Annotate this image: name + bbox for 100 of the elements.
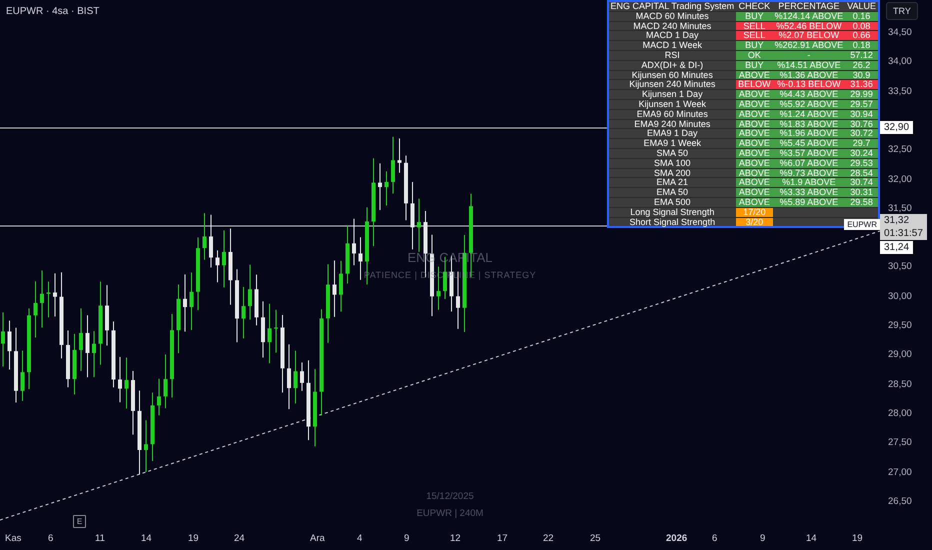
signal-cell: ABOVE xyxy=(736,197,773,208)
candlestick xyxy=(268,303,272,364)
indicator-name: Kijunsen 1 Week xyxy=(608,99,736,110)
percentage-cell: %3.33 ABOVE xyxy=(772,188,846,198)
value-cell: 0.66 xyxy=(845,30,879,41)
indicator-name: Kijunsen 240 Minutes xyxy=(608,80,736,90)
percentage-cell: %262.91 ABOVE xyxy=(772,40,846,50)
indicator-name: EMA9 60 Minutes xyxy=(608,109,736,120)
signal-cell: SELL xyxy=(736,21,773,31)
value-cell: 29.58 xyxy=(845,197,879,208)
value-cell: 30.72 xyxy=(845,128,879,139)
candlestick xyxy=(216,250,220,283)
value-cell: 30.76 xyxy=(845,119,879,129)
percentage-cell: %1.9 ABOVE xyxy=(772,178,846,188)
price-label: 29,00 xyxy=(888,349,912,362)
value-cell: 30.31 xyxy=(845,188,879,198)
indicator-name: EMA9 1 Day xyxy=(608,128,736,139)
date-label: 14 xyxy=(141,533,152,544)
signal-cell: ABOVE xyxy=(736,119,773,129)
candlestick xyxy=(20,350,24,402)
signal-cell: ABOVE xyxy=(736,90,773,100)
price-label: 26,50 xyxy=(888,496,912,508)
value-cell: 29.99 xyxy=(845,90,879,100)
candlestick xyxy=(40,270,44,328)
price-label: 34,00 xyxy=(888,56,912,68)
indicator-name: EMA 21 xyxy=(608,178,736,188)
indicator-name: EMA9 240 Minutes xyxy=(608,119,736,129)
value-cell: 29.57 xyxy=(845,99,879,110)
price-label: 27,50 xyxy=(888,437,912,450)
symbol-tag: EUPWR xyxy=(844,219,880,230)
percentage-cell: %1.24 ABOVE xyxy=(772,109,846,120)
date-label: 6 xyxy=(48,533,54,544)
date-label: 9 xyxy=(760,533,766,544)
last-price: 31,32 xyxy=(884,214,910,227)
signal-cell: 3/20 xyxy=(736,217,773,228)
indicator-name: Long Signal Strength xyxy=(608,207,736,218)
signal-cell: ABOVE xyxy=(736,178,773,188)
date-label: 22 xyxy=(543,533,554,544)
signal-cell: OK xyxy=(736,50,773,60)
candlestick xyxy=(300,362,304,392)
price-label: 30,50 xyxy=(888,261,912,274)
indicator-name: MACD 60 Minutes xyxy=(608,11,736,22)
indicator-name: ADX(DI+ & DI-) xyxy=(608,60,736,70)
currency-button[interactable]: TRY xyxy=(886,2,918,20)
signal-cell: ABOVE xyxy=(736,188,773,198)
value-cell: 30.74 xyxy=(845,178,879,188)
candlestick xyxy=(339,260,343,312)
candlestick xyxy=(254,274,258,326)
candlestick xyxy=(398,138,402,174)
price-badge: 32,90 xyxy=(880,121,914,134)
candlestick xyxy=(124,356,128,409)
price-label: 32,50 xyxy=(888,144,912,156)
indicator-name: MACD 240 Minutes xyxy=(608,21,736,31)
candlestick xyxy=(384,170,388,206)
candlestick xyxy=(183,274,187,332)
candlestick xyxy=(202,212,206,260)
earnings-marker[interactable]: E xyxy=(73,515,86,528)
signal-cell: ABOVE xyxy=(736,148,773,158)
date-label: Kas xyxy=(5,533,22,544)
date-label: 19 xyxy=(852,533,863,544)
date-label: 17 xyxy=(497,533,508,544)
price-label: 31,50 xyxy=(888,202,912,215)
candlestick xyxy=(287,344,291,410)
signal-cell: ABOVE xyxy=(736,70,773,80)
date-label: 14 xyxy=(806,533,817,544)
percentage-cell: %124.14 ABOVE xyxy=(772,11,846,22)
signal-cell: BUY xyxy=(736,40,773,50)
candlestick xyxy=(34,280,38,338)
value-cell: 31.36 xyxy=(845,80,879,90)
symbol-title: EUPWR · 4sa · BIST xyxy=(6,6,100,17)
candlestick xyxy=(150,392,154,462)
candlestick xyxy=(346,225,350,284)
signal-cell: ABOVE xyxy=(736,158,773,168)
column-header: VALUE xyxy=(845,1,879,12)
price-label: 34,50 xyxy=(888,27,912,39)
value-cell: 30.9 xyxy=(845,70,879,80)
date-label: 12 xyxy=(450,533,461,544)
value-cell: 0.08 xyxy=(845,21,879,31)
indicator-name: SMA 50 xyxy=(608,148,736,158)
candlestick xyxy=(352,218,356,266)
price-label: 27,00 xyxy=(888,466,912,478)
value-cell: 30.94 xyxy=(845,109,879,120)
percentage-cell: %5.89 ABOVE xyxy=(772,197,846,208)
candlestick xyxy=(79,308,83,372)
percentage-cell: %5.45 ABOVE xyxy=(772,138,846,148)
indicator-name: Kijunsen 60 Minutes xyxy=(608,70,736,80)
percentage-cell: %2.07 BELOW xyxy=(772,30,846,41)
price-label: 33,50 xyxy=(888,86,912,98)
signal-cell: ABOVE xyxy=(736,128,773,139)
indicator-name: RSI xyxy=(608,50,736,60)
candlestick xyxy=(86,314,90,378)
candlestick xyxy=(176,284,180,354)
value-cell: 0.18 xyxy=(845,40,879,50)
signal-cell: BUY xyxy=(736,11,773,22)
price-badge: 31,24 xyxy=(880,241,914,254)
candlestick xyxy=(72,333,76,395)
candlestick xyxy=(410,181,414,250)
candlestick xyxy=(209,214,213,268)
indicator-name: Kijunsen 1 Day xyxy=(608,90,736,100)
candlestick xyxy=(190,272,194,330)
